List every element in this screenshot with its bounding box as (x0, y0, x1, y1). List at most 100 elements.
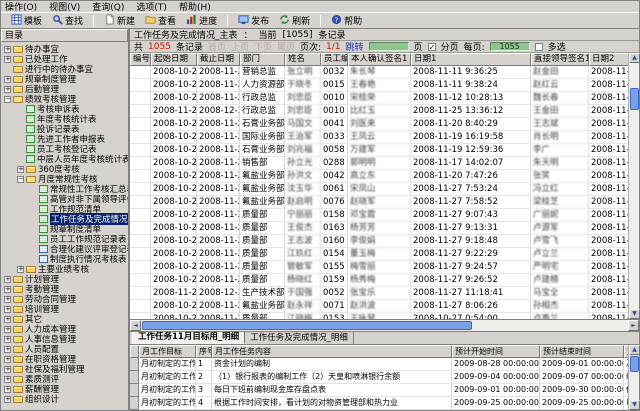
table-row[interactable]: 月初制定的工作目标2（1）银行报表的编制工作（2）天皇和喷淋银行余额2009-0… (130, 371, 628, 384)
tree-item[interactable]: +组织设计 (1, 394, 128, 404)
jump-link[interactable]: 跳转 (346, 40, 364, 53)
vertical-scroll-thumb[interactable] (630, 356, 639, 372)
first-page-link[interactable]: 首页 (208, 40, 226, 53)
column-header[interactable]: 截止日期 (197, 53, 240, 66)
tree-expander-icon[interactable]: + (4, 46, 11, 53)
scroll-down-icon[interactable]: ▼ (629, 309, 640, 319)
tree-expander-icon[interactable]: + (17, 166, 24, 173)
table-row[interactable]: 2008-10-262008-11-25销售部孙立光0288郭明明2008-11… (130, 157, 628, 170)
table-row[interactable]: 2008-10-262008-11-25氟盐业务部孙洪文0042高立东2008-… (130, 170, 628, 183)
scroll-up-icon[interactable]: ▲ (629, 53, 640, 63)
main-horizontal-scrollbar[interactable]: ◄ ► (130, 320, 639, 332)
table-row[interactable]: 2008-10-262008-11-25营销总监张立明0032朱长琴2008-1… (130, 66, 628, 79)
column-header[interactable]: 日期2 (589, 53, 628, 66)
table-row[interactable]: 2008-10-262008-11-25国际业务部王治军0033王凤云2008-… (130, 131, 628, 144)
column-header[interactable]: 日期1 (411, 53, 531, 66)
table-row[interactable]: 2008-10-252008-11-25行政总监刘忠臣0010宋桂荣2008-1… (130, 92, 628, 105)
scroll-right-icon[interactable]: ► (628, 320, 639, 331)
table-row[interactable]: 月初制定的工作目标1资金计划的编制2009-08-28 00:00:002009… (130, 358, 628, 371)
tree-expander-icon[interactable]: + (4, 296, 11, 303)
detail-tab[interactable]: 工作任务11月目标用_明细 (132, 330, 245, 344)
tree-expander-icon[interactable]: − (17, 176, 24, 183)
table-row[interactable]: 月初制定的工作目标4根据工作时间安排，看计划的对物资管理部和热力业2009-09… (130, 397, 628, 410)
tree-expander-icon[interactable]: + (4, 326, 11, 333)
tree-item[interactable]: +薪酬管理 (1, 384, 128, 394)
tree-expander-icon[interactable]: + (4, 366, 11, 373)
table-row[interactable]: 2008-10-262008-11-25氟盐业务部沈玉华0061宋凤山2008-… (130, 183, 628, 196)
publish-button[interactable]: 发布 (233, 12, 274, 30)
table-row[interactable]: 2008-10-262008-11-25质量部宁丽丽0158邓宝霞2008-11… (130, 209, 628, 222)
tree-expander-icon[interactable]: + (4, 386, 11, 393)
tree-expander-icon[interactable]: + (4, 356, 11, 363)
tree-expander-icon[interactable]: + (4, 376, 11, 383)
table-row[interactable]: 2008-10-262008-11-25氟盐业务部赵启明0076赵晓军2008-… (130, 196, 628, 209)
table-row[interactable]: 2008-10-262008-11-25氟盐业务部赵永祥0071赵洪波2008-… (130, 300, 628, 313)
tree-expander-icon[interactable]: + (4, 306, 11, 313)
column-header[interactable]: 编号 (130, 53, 151, 66)
new-doc-button[interactable]: 新建 (99, 12, 140, 30)
table-row[interactable]: 2008-10-262008-11-25人力资源部于晓冬0015王春艳2008-… (130, 79, 628, 92)
tree-item[interactable]: +计划管理 (1, 274, 128, 284)
tree-expander-icon[interactable]: + (4, 86, 11, 93)
tree-expander-icon[interactable]: + (4, 276, 11, 283)
scroll-left-icon[interactable]: ◄ (130, 320, 141, 331)
column-header[interactable]: 直接领导签名1 (531, 53, 589, 66)
scroll-down-icon[interactable]: ▼ (629, 400, 640, 410)
multi-select-checkbox[interactable] (535, 43, 543, 51)
tree-expander-icon[interactable]: + (4, 56, 11, 63)
tree-expander-icon[interactable]: + (4, 346, 11, 353)
jump-page-input[interactable] (369, 42, 409, 51)
table-row[interactable]: 月初制定的工作目标3每日下班前编制现金库存盘点表2009-09-01 00:00… (130, 384, 628, 397)
progress-button[interactable]: 进度 (181, 12, 222, 30)
horizontal-scroll-thumb[interactable] (142, 321, 472, 330)
search-button[interactable]: 查找 (47, 12, 88, 30)
prev-page-link[interactable]: 上页 (231, 40, 249, 53)
tree-expander-icon[interactable]: + (4, 336, 11, 343)
table-row[interactable]: 2008-10-262008-11-25质量部王俊杰0163杨芳芳2008-11… (130, 222, 628, 235)
detail-vertical-scrollbar[interactable]: ▲ ▼ (628, 345, 639, 410)
last-page-link[interactable]: 尾页 (277, 40, 295, 53)
table-row[interactable]: 2008-10-262008-11-25质量部杨晓红0159杨秀梅2008-11… (130, 274, 628, 287)
column-header[interactable]: 起始日期 (151, 53, 197, 66)
refresh-button[interactable]: 刷新 (274, 12, 315, 30)
main-vertical-scrollbar[interactable]: ▲ ▼ (628, 53, 639, 319)
help-button[interactable]: ?帮助 (326, 12, 367, 30)
column-header[interactable]: 姓名 (285, 53, 321, 66)
template-button[interactable]: 模板 (6, 12, 47, 30)
view-folder-button[interactable]: 查看 (140, 12, 181, 30)
tree-item[interactable]: +主要业绩考核 (1, 264, 128, 274)
tree-expander-icon[interactable]: − (4, 96, 11, 103)
column-header[interactable] (130, 345, 139, 358)
column-header[interactable]: 部门 (240, 53, 285, 66)
table-row[interactable]: 2008-11-262008-12-31生产技术部于国强0052张宝乐2008-… (130, 287, 628, 300)
tree-expander-icon[interactable]: + (4, 286, 11, 293)
tree-item[interactable]: +规章制度管理 (1, 74, 128, 84)
column-header[interactable]: 序号 (196, 345, 212, 358)
tree-item[interactable]: +劳动合同管理 (1, 294, 128, 304)
column-header[interactable]: 预计开始时间 (452, 345, 540, 358)
scroll-up-icon[interactable]: ▲ (629, 345, 640, 355)
per-page-input[interactable]: 1055 (490, 42, 530, 51)
column-header[interactable]: 本人确认签名1 (348, 53, 411, 66)
tree-item[interactable]: +社保及福利管理 (1, 364, 128, 374)
tree-expander-icon[interactable]: + (4, 76, 11, 83)
table-row[interactable]: 2008-10-262008-11-25质量部管敏军0155梅雪丽2008-11… (130, 261, 628, 274)
paging-checkbox[interactable]: ✓ (428, 43, 436, 51)
table-row[interactable]: 2008-10-262008-11-25石膏业务部刘兆福0058万建军2008-… (130, 144, 628, 157)
tree-expander-icon[interactable]: + (4, 316, 11, 323)
next-page-link[interactable]: 下页 (254, 40, 272, 53)
detail-tab[interactable]: 工作任务及完成情况_明细 (245, 332, 354, 344)
table-row[interactable]: 2008-10-262008-11-25石膏业务部马国文0041刘医来2008-… (130, 118, 628, 131)
vertical-scroll-thumb[interactable] (630, 88, 639, 110)
column-header[interactable]: 月工作任务内容 (212, 345, 452, 358)
column-header[interactable]: 员工编号 (321, 53, 348, 66)
tree-expander-icon[interactable]: + (4, 396, 11, 403)
column-header[interactable]: 月工作目标 (139, 345, 196, 358)
table-row[interactable]: 2008-10-262008-11-25质量部江晓梅0153王咏琴2008-10… (130, 313, 628, 319)
tree-item[interactable]: +人事信息管理 (1, 334, 128, 344)
column-header[interactable]: 预计结束时间 (540, 345, 624, 358)
tree-item[interactable]: +素质测评 (1, 374, 128, 384)
table-row[interactable]: 2008-11-262008-12-31行政总监刘忠臣0010比红玉2008-1… (130, 105, 628, 118)
tree-item[interactable]: +培训管理 (1, 304, 128, 314)
table-row[interactable]: 2008-10-262008-11-25质量部王志波0160李俊娟2008-11… (130, 235, 628, 248)
